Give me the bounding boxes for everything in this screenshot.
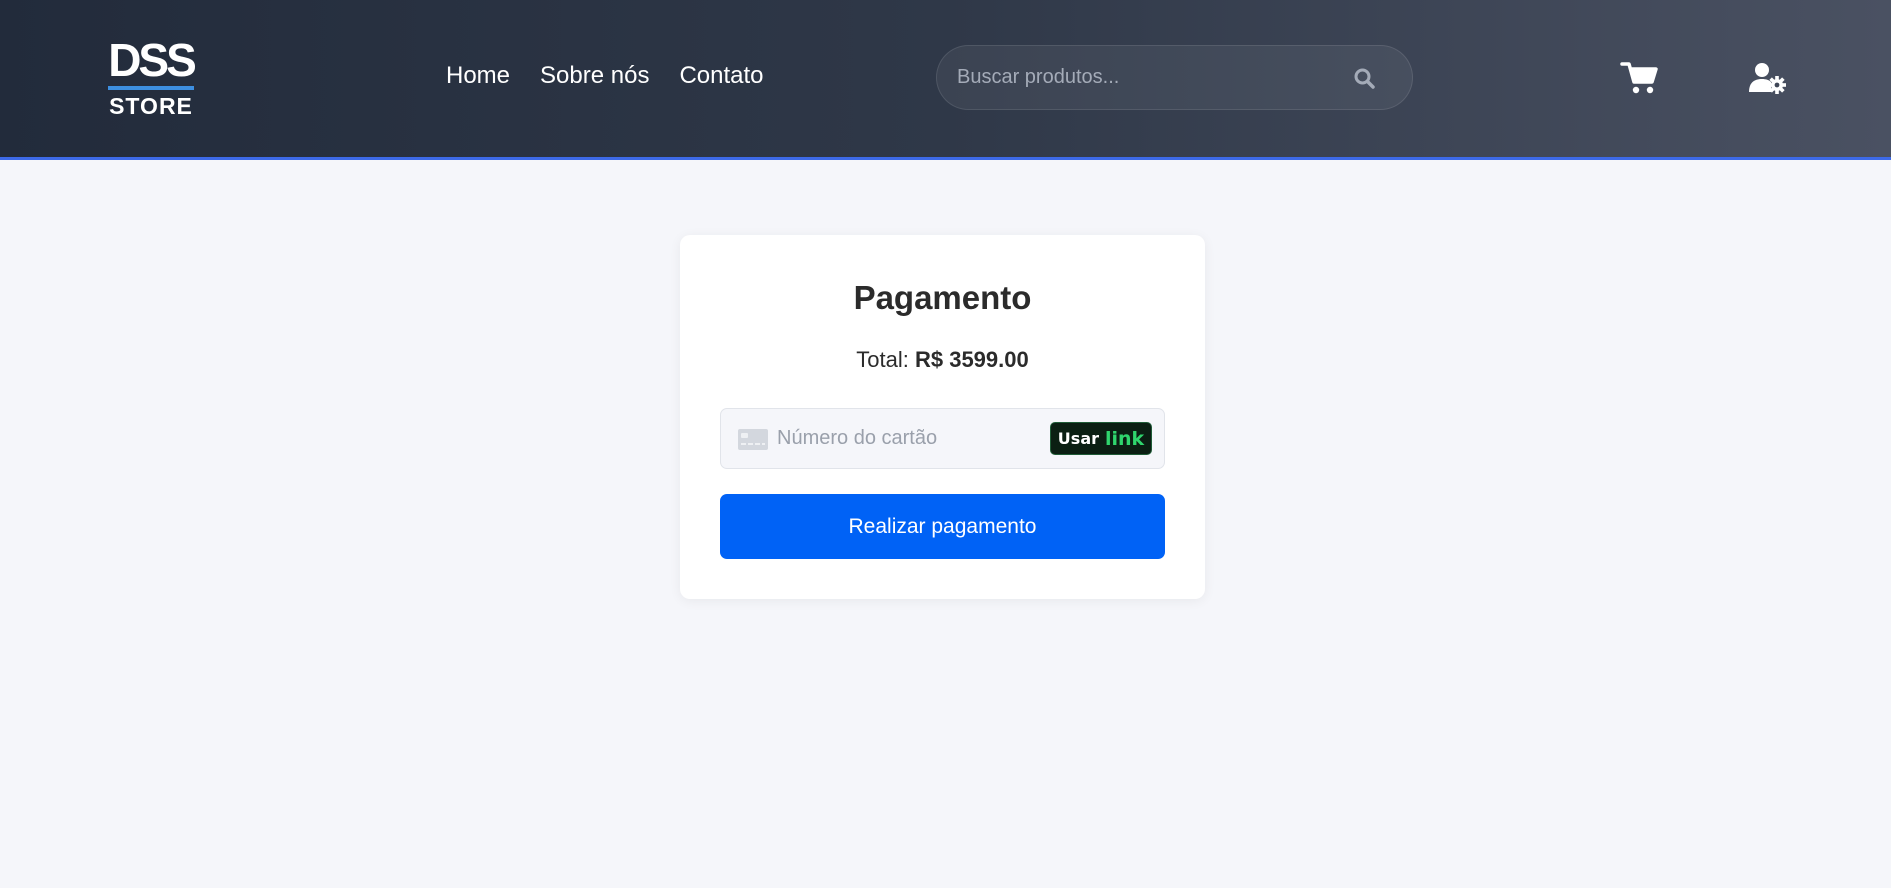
total-label: Total:	[856, 347, 909, 372]
search-button[interactable]	[1351, 65, 1379, 93]
search-icon	[1354, 68, 1375, 89]
card-number-input[interactable]	[777, 409, 1037, 468]
payment-card: Pagamento Total: R$ 3599.00 Usar link Re…	[680, 235, 1205, 599]
pay-button[interactable]: Realizar pagamento	[720, 494, 1165, 559]
user-settings-icon	[1749, 63, 1786, 94]
total-value: R$ 3599.00	[914, 347, 1029, 372]
nav-home[interactable]: Home	[446, 62, 510, 90]
use-link-usar: Usar	[1057, 429, 1099, 448]
dss-store-logo[interactable]: DSS STORE	[106, 38, 196, 116]
logo-top-text: DSS	[108, 38, 195, 86]
credit-card-icon	[738, 429, 768, 450]
page-title: Pagamento	[853, 279, 1032, 316]
use-link-brand: link	[1105, 427, 1145, 450]
site-header: DSS STORE Home Sobre nós Contato	[0, 0, 1891, 160]
nav-about[interactable]: Sobre nós	[540, 62, 649, 90]
cart-icon	[1620, 62, 1658, 94]
user-settings-button[interactable]	[1748, 60, 1788, 96]
search-input[interactable]	[957, 46, 1337, 109]
total-line: Total: R$ 3599.00	[680, 347, 1205, 373]
search-bar	[936, 45, 1413, 110]
use-link-button[interactable]: Usar link	[1050, 422, 1152, 455]
cart-button[interactable]	[1620, 60, 1660, 96]
main-nav: Home Sobre nós Contato	[446, 62, 764, 90]
card-number-field: Usar link	[720, 408, 1165, 469]
logo-bottom-text: STORE	[109, 93, 193, 116]
nav-contact[interactable]: Contato	[679, 62, 763, 90]
